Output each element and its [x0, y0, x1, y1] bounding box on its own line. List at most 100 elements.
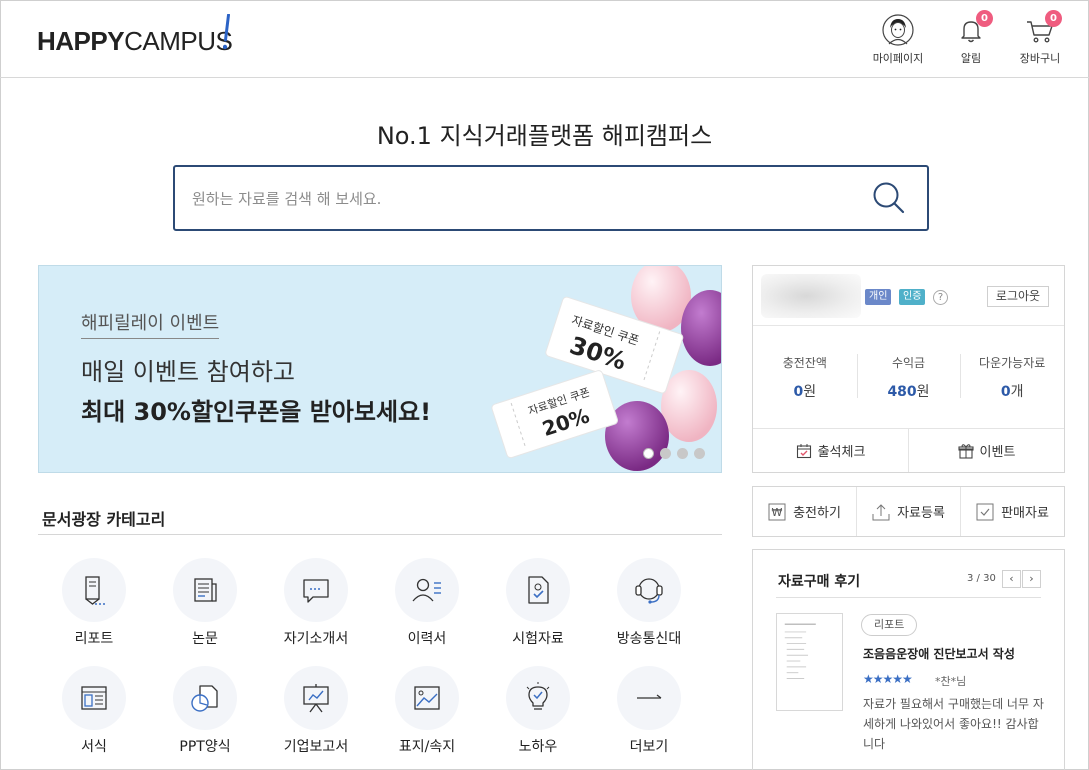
sales-label: 판매자료 — [1001, 506, 1049, 521]
stat-balance[interactable]: 충전잔액 0원 — [753, 327, 857, 427]
review-prev-button[interactable]: ‹ — [1002, 570, 1021, 588]
category-label: 노하우 — [518, 739, 558, 755]
category-cover-pages[interactable]: 표지/속지 — [372, 666, 482, 756]
logo-light-text: CAMPUS — [124, 26, 233, 56]
banner-subheadline: 최대 30%할인쿠폰을 받아보세요! — [81, 398, 432, 426]
category-label: 서식 — [81, 739, 107, 755]
review-panel: 자료구매 후기 3 / 30 ‹ › 리포트 조음음운장애 진단보고서 작성 ★… — [752, 549, 1065, 770]
category-label: PPT양식 — [179, 739, 231, 755]
cover-image-icon — [414, 686, 440, 710]
category-broadcast-univ[interactable]: 방송통신대 — [594, 558, 704, 648]
account-stats: 충전잔액 0원 수익금 480원 다운가능자료 0개 — [753, 327, 1064, 427]
category-label: 더보기 — [629, 739, 669, 755]
review-title: 자료구매 후기 — [778, 574, 861, 590]
banner-dot[interactable] — [694, 448, 705, 459]
account-panel: 개인 인증 ? 로그아웃 충전잔액 0원 수익금 480원 다운가능자료 0개 … — [752, 265, 1065, 473]
arrow-right-icon — [637, 694, 662, 699]
category-more[interactable]: 더보기 — [594, 666, 704, 756]
stat-label: 충전잔액 — [782, 355, 827, 370]
stat-unit: 개 — [1010, 383, 1024, 400]
form-layout-icon — [81, 686, 107, 710]
search-placeholder[interactable]: 원하는 자료를 검색 해 보세요. — [192, 188, 381, 209]
category-forms[interactable]: 서식 — [39, 666, 149, 756]
logo-bold-text: HAPPY — [37, 26, 125, 56]
help-icon[interactable]: ? — [933, 290, 948, 305]
attendance-button[interactable]: 출석체크 — [753, 429, 908, 472]
thesis-document-icon — [194, 578, 217, 602]
nav-cart[interactable]: 0 장바구니 — [1005, 10, 1075, 66]
review-username: *찬*님 — [935, 675, 967, 688]
review-document-title[interactable]: 조음음운장애 진단보고서 작성 — [863, 645, 1015, 662]
checkbox-icon — [976, 503, 994, 520]
personal-chip: 개인 — [865, 289, 892, 305]
category-cover-letter[interactable]: 자기소개서 — [261, 558, 371, 648]
category-label: 자기소개서 — [283, 631, 349, 647]
charge-button[interactable]: ₩ 충전하기 — [753, 487, 856, 536]
banner-dot[interactable] — [677, 448, 688, 459]
upload-button[interactable]: 자료등록 — [856, 487, 960, 536]
stat-value: 0 — [793, 383, 804, 400]
blurred-username — [761, 274, 861, 318]
charge-label: 충전하기 — [793, 506, 841, 521]
logout-button[interactable]: 로그아웃 — [987, 286, 1049, 307]
exam-check-icon — [528, 576, 549, 604]
verified-chip: 인증 — [899, 289, 926, 305]
banner-headline: 매일 이벤트 참여하고 — [81, 358, 295, 386]
upload-label: 자료등록 — [897, 506, 945, 521]
category-knowhow[interactable]: 노하우 — [483, 666, 593, 756]
review-text: 자료가 필요해서 구매했는데 너무 자세하게 나와있어서 좋아요!! 감사합니다 — [863, 697, 1044, 751]
category-label: 표지/속지 — [398, 739, 456, 755]
category-resume[interactable]: 이력서 — [372, 558, 482, 648]
category-title: 문서광장 카테고리 — [42, 510, 166, 529]
search-box[interactable]: 원하는 자료를 검색 해 보세요. — [173, 165, 929, 231]
speech-bubble-icon — [303, 579, 329, 603]
stat-downloads[interactable]: 다운가능자료 0개 — [960, 327, 1064, 427]
account-header: 개인 인증 ? 로그아웃 — [753, 266, 1064, 326]
nav-mypage[interactable]: 마이페이지 — [863, 14, 933, 66]
review-counter: 3 / 30 — [967, 573, 996, 584]
category-exam[interactable]: 시험자료 — [483, 558, 593, 648]
stat-label: 수익금 — [891, 355, 926, 370]
logo[interactable]: HAPPYCAMPUS — [37, 14, 233, 57]
banner-dot[interactable] — [660, 448, 671, 459]
logo-exclamation-icon — [223, 14, 230, 50]
category-label: 방송통신대 — [616, 631, 682, 647]
cart-count-badge: 0 — [1045, 10, 1062, 27]
banner-tag: 해피릴레이 이벤트 — [81, 309, 220, 339]
stat-label: 다운가능자료 — [979, 355, 1046, 370]
banner-pagination — [643, 448, 705, 459]
event-button[interactable]: 이벤트 — [908, 429, 1064, 472]
category-divider — [38, 534, 722, 535]
category-corporate-report[interactable]: 기업보고서 — [261, 666, 371, 756]
review-star-rating: ★★★★★ — [863, 672, 913, 686]
search-icon[interactable] — [871, 180, 907, 216]
alerts-count-badge: 0 — [976, 10, 993, 27]
upload-icon — [872, 503, 890, 520]
event-label: 이벤트 — [979, 445, 1016, 460]
banner-dot[interactable] — [643, 448, 654, 459]
quick-actions: ₩ 충전하기 자료등록 판매자료 — [752, 486, 1065, 537]
report-pen-icon — [85, 576, 106, 605]
category-report[interactable]: 리포트 — [39, 558, 149, 648]
nav-mypage-label: 마이페이지 — [872, 52, 924, 65]
nav-alerts[interactable]: 0 알림 — [936, 10, 1006, 66]
category-label: 기업보고서 — [283, 739, 349, 755]
sales-button[interactable]: 판매자료 — [960, 487, 1064, 536]
stat-value: 0 — [1000, 383, 1011, 400]
attendance-label: 출석체크 — [817, 445, 866, 460]
category-thesis[interactable]: 논문 — [150, 558, 260, 648]
nav-alerts-label: 알림 — [960, 52, 982, 65]
stat-earnings[interactable]: 수익금 480원 — [856, 327, 961, 427]
event-banner[interactable]: 해피릴레이 이벤트 매일 이벤트 참여하고 최대 30%할인쿠폰을 받아보세요!… — [38, 265, 722, 473]
category-label: 리포트 — [74, 631, 114, 647]
header: HAPPYCAMPUS 마이페이지 0 알림 0 장바구니 — [0, 0, 1089, 78]
svg-text:₩: ₩ — [772, 506, 783, 519]
lightbulb-icon — [526, 682, 550, 710]
resume-person-icon — [412, 578, 441, 602]
headset-icon — [635, 578, 663, 604]
review-divider — [776, 597, 1041, 598]
document-thumbnail[interactable] — [776, 613, 843, 711]
calendar-check-icon — [796, 443, 811, 458]
review-next-button[interactable]: › — [1022, 570, 1041, 588]
category-ppt[interactable]: PPT양식 — [150, 666, 260, 756]
